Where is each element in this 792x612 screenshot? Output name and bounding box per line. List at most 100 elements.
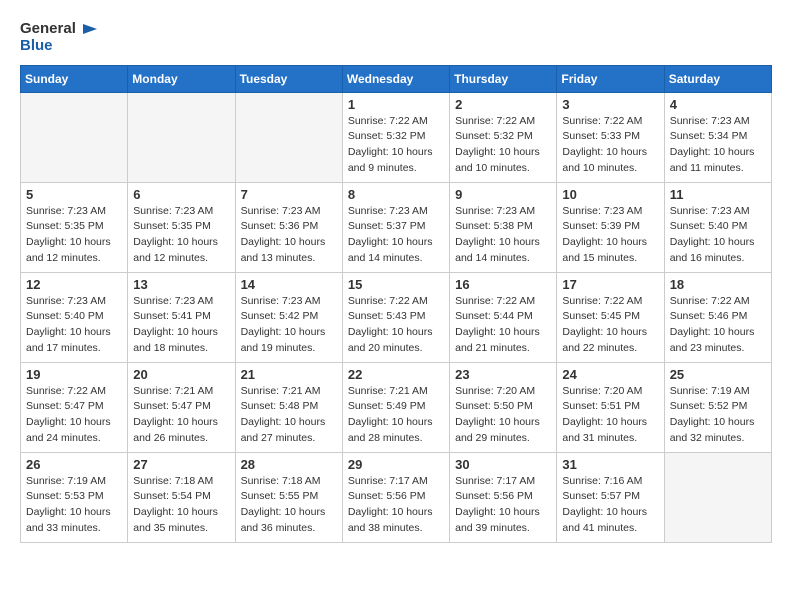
calendar-week-2: 5 Sunrise: 7:23 AMSunset: 5:35 PMDaylight… <box>21 182 772 272</box>
weekday-header-monday: Monday <box>128 65 235 92</box>
day-number: 1 <box>348 97 444 112</box>
day-info: Sunrise: 7:23 AMSunset: 5:39 PMDaylight:… <box>562 204 658 267</box>
day-number: 17 <box>562 277 658 292</box>
calendar-cell: 2 Sunrise: 7:22 AMSunset: 5:32 PMDaylight… <box>450 92 557 182</box>
day-info: Sunrise: 7:20 AMSunset: 5:51 PMDaylight:… <box>562 384 658 447</box>
calendar-cell: 3 Sunrise: 7:22 AMSunset: 5:33 PMDaylight… <box>557 92 664 182</box>
day-number: 4 <box>670 97 766 112</box>
calendar-cell: 28 Sunrise: 7:18 AMSunset: 5:55 PMDayligh… <box>235 452 342 542</box>
day-info: Sunrise: 7:22 AMSunset: 5:47 PMDaylight:… <box>26 384 122 447</box>
day-number: 22 <box>348 367 444 382</box>
calendar-cell: 14 Sunrise: 7:23 AMSunset: 5:42 PMDayligh… <box>235 272 342 362</box>
day-info: Sunrise: 7:19 AMSunset: 5:52 PMDaylight:… <box>670 384 766 447</box>
header: General Blue <box>20 20 772 55</box>
calendar-cell: 21Sunrise: 7:21 AMSunset: 5:48 PMDayligh… <box>235 362 342 452</box>
day-number: 16 <box>455 277 551 292</box>
weekday-header-wednesday: Wednesday <box>342 65 449 92</box>
day-number: 5 <box>26 187 122 202</box>
day-info: Sunrise: 7:23 AMSunset: 5:41 PMDaylight:… <box>133 294 229 357</box>
day-info: Sunrise: 7:23 AMSunset: 5:36 PMDaylight:… <box>241 204 337 267</box>
calendar-cell <box>664 452 771 542</box>
day-info: Sunrise: 7:20 AMSunset: 5:50 PMDaylight:… <box>455 384 551 447</box>
day-info: Sunrise: 7:22 AMSunset: 5:33 PMDaylight:… <box>562 114 658 177</box>
weekday-header-row: SundayMondayTuesdayWednesdayThursdayFrid… <box>21 65 772 92</box>
day-number: 2 <box>455 97 551 112</box>
day-number: 28 <box>241 457 337 472</box>
day-info: Sunrise: 7:17 AMSunset: 5:56 PMDaylight:… <box>455 474 551 537</box>
day-info: Sunrise: 7:22 AMSunset: 5:32 PMDaylight:… <box>455 114 551 177</box>
calendar-cell: 15 Sunrise: 7:22 AMSunset: 5:43 PMDayligh… <box>342 272 449 362</box>
calendar-week-5: 26 Sunrise: 7:19 AMSunset: 5:53 PMDayligh… <box>21 452 772 542</box>
day-number: 18 <box>670 277 766 292</box>
day-info: Sunrise: 7:22 AMSunset: 5:44 PMDaylight:… <box>455 294 551 357</box>
day-info: Sunrise: 7:23 AMSunset: 5:37 PMDaylight:… <box>348 204 444 267</box>
day-info: Sunrise: 7:21 AMSunset: 5:49 PMDaylight:… <box>348 384 444 447</box>
calendar-cell: 10 Sunrise: 7:23 AMSunset: 5:39 PMDayligh… <box>557 182 664 272</box>
calendar-cell: 29 Sunrise: 7:17 AMSunset: 5:56 PMDayligh… <box>342 452 449 542</box>
day-info: Sunrise: 7:23 AMSunset: 5:42 PMDaylight:… <box>241 294 337 357</box>
weekday-header-saturday: Saturday <box>664 65 771 92</box>
calendar-cell: 24 Sunrise: 7:20 AMSunset: 5:51 PMDayligh… <box>557 362 664 452</box>
calendar-week-1: 1 Sunrise: 7:22 AMSunset: 5:32 PMDaylight… <box>21 92 772 182</box>
logo-general: General <box>20 20 97 38</box>
calendar-cell: 18 Sunrise: 7:22 AMSunset: 5:46 PMDayligh… <box>664 272 771 362</box>
day-number: 29 <box>348 457 444 472</box>
calendar-cell <box>128 92 235 182</box>
day-number: 3 <box>562 97 658 112</box>
weekday-header-tuesday: Tuesday <box>235 65 342 92</box>
day-info: Sunrise: 7:23 AMSunset: 5:38 PMDaylight:… <box>455 204 551 267</box>
day-number: 13 <box>133 277 229 292</box>
day-info: Sunrise: 7:17 AMSunset: 5:56 PMDaylight:… <box>348 474 444 537</box>
logo-text: General Blue <box>20 20 97 55</box>
day-number: 24 <box>562 367 658 382</box>
calendar-cell: 20 Sunrise: 7:21 AMSunset: 5:47 PMDayligh… <box>128 362 235 452</box>
day-number: 23 <box>455 367 551 382</box>
calendar-cell: 9Sunrise: 7:23 AMSunset: 5:38 PMDaylight… <box>450 182 557 272</box>
day-number: 26 <box>26 457 122 472</box>
day-info: Sunrise: 7:18 AMSunset: 5:55 PMDaylight:… <box>241 474 337 537</box>
day-number: 20 <box>133 367 229 382</box>
day-number: 11 <box>670 187 766 202</box>
day-number: 15 <box>348 277 444 292</box>
calendar-cell: 7Sunrise: 7:23 AMSunset: 5:36 PMDaylight… <box>235 182 342 272</box>
calendar-cell: 17Sunrise: 7:22 AMSunset: 5:45 PMDayligh… <box>557 272 664 362</box>
calendar-cell: 8Sunrise: 7:23 AMSunset: 5:37 PMDaylight… <box>342 182 449 272</box>
calendar-cell: 6 Sunrise: 7:23 AMSunset: 5:35 PMDaylight… <box>128 182 235 272</box>
weekday-header-sunday: Sunday <box>21 65 128 92</box>
day-number: 27 <box>133 457 229 472</box>
day-info: Sunrise: 7:21 AMSunset: 5:47 PMDaylight:… <box>133 384 229 447</box>
calendar-cell: 11Sunrise: 7:23 AMSunset: 5:40 PMDayligh… <box>664 182 771 272</box>
calendar-cell <box>235 92 342 182</box>
day-number: 25 <box>670 367 766 382</box>
day-number: 6 <box>133 187 229 202</box>
day-info: Sunrise: 7:23 AMSunset: 5:40 PMDaylight:… <box>26 294 122 357</box>
day-info: Sunrise: 7:22 AMSunset: 5:32 PMDaylight:… <box>348 114 444 177</box>
day-info: Sunrise: 7:21 AMSunset: 5:48 PMDaylight:… <box>241 384 337 447</box>
day-info: Sunrise: 7:22 AMSunset: 5:43 PMDaylight:… <box>348 294 444 357</box>
day-info: Sunrise: 7:23 AMSunset: 5:35 PMDaylight:… <box>133 204 229 267</box>
day-info: Sunrise: 7:23 AMSunset: 5:35 PMDaylight:… <box>26 204 122 267</box>
day-info: Sunrise: 7:23 AMSunset: 5:34 PMDaylight:… <box>670 114 766 177</box>
calendar-cell: 26 Sunrise: 7:19 AMSunset: 5:53 PMDayligh… <box>21 452 128 542</box>
calendar-cell: 31Sunrise: 7:16 AMSunset: 5:57 PMDayligh… <box>557 452 664 542</box>
calendar-cell: 30 Sunrise: 7:17 AMSunset: 5:56 PMDayligh… <box>450 452 557 542</box>
calendar-cell: 22 Sunrise: 7:21 AMSunset: 5:49 PMDayligh… <box>342 362 449 452</box>
day-number: 19 <box>26 367 122 382</box>
day-number: 10 <box>562 187 658 202</box>
day-number: 14 <box>241 277 337 292</box>
calendar-table: SundayMondayTuesdayWednesdayThursdayFrid… <box>20 65 772 543</box>
calendar-cell: 5 Sunrise: 7:23 AMSunset: 5:35 PMDaylight… <box>21 182 128 272</box>
day-number: 30 <box>455 457 551 472</box>
logo-blue: Blue <box>20 38 97 55</box>
day-info: Sunrise: 7:22 AMSunset: 5:46 PMDaylight:… <box>670 294 766 357</box>
calendar-cell: 27Sunrise: 7:18 AMSunset: 5:54 PMDayligh… <box>128 452 235 542</box>
calendar-week-4: 19 Sunrise: 7:22 AMSunset: 5:47 PMDayligh… <box>21 362 772 452</box>
calendar-cell: 16 Sunrise: 7:22 AMSunset: 5:44 PMDayligh… <box>450 272 557 362</box>
calendar-cell: 12Sunrise: 7:23 AMSunset: 5:40 PMDayligh… <box>21 272 128 362</box>
day-info: Sunrise: 7:16 AMSunset: 5:57 PMDaylight:… <box>562 474 658 537</box>
calendar-cell: 25 Sunrise: 7:19 AMSunset: 5:52 PMDayligh… <box>664 362 771 452</box>
day-info: Sunrise: 7:19 AMSunset: 5:53 PMDaylight:… <box>26 474 122 537</box>
weekday-header-thursday: Thursday <box>450 65 557 92</box>
calendar-cell <box>21 92 128 182</box>
calendar-week-3: 12Sunrise: 7:23 AMSunset: 5:40 PMDayligh… <box>21 272 772 362</box>
